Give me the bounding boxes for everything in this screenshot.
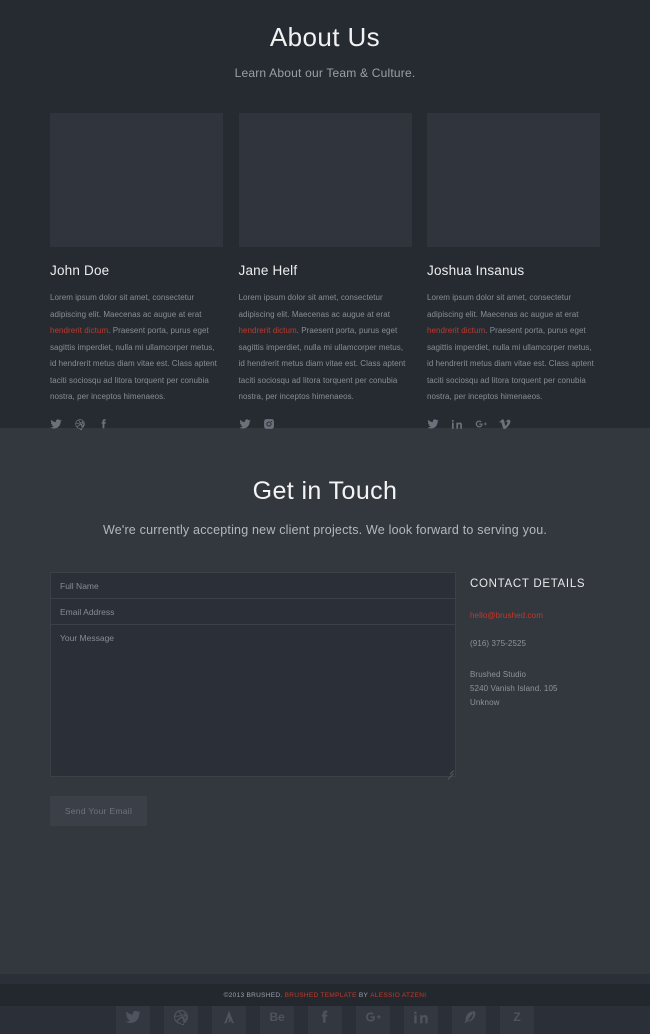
team-row: John Doe Lorem ipsum dolor sit amet, con… [0, 113, 650, 431]
bio-text-before: Lorem ipsum dolor sit amet, consectetur … [238, 293, 391, 319]
address-line-1: Brushed Studio [470, 670, 527, 679]
contact-phone: (916) 375-2525 [470, 639, 527, 648]
team-photo [238, 113, 412, 248]
footer: Be Z ©2013 BRUSHED. BRUSHED TEMPLATE BY … [0, 974, 650, 1034]
contact-subtitle: We're currently accepting new client pro… [102, 523, 548, 537]
bio-text-after: . Praesent porta, purus eget sagittis im… [50, 326, 217, 401]
bio-link[interactable]: hendrerit dictum [50, 326, 108, 335]
googleplus-icon [366, 1012, 381, 1022]
forrst-icon [224, 1010, 234, 1024]
message-textarea[interactable] [50, 624, 456, 777]
team-member-bio: Lorem ipsum dolor sit amet, consectetur … [239, 290, 412, 405]
dribbble-icon [174, 1010, 188, 1025]
address-line-2: 5240 Vanish Island. 105 [470, 684, 558, 694]
team-member-bio: Lorem ipsum dolor sit amet, consectetur … [50, 290, 223, 405]
contact-email-link[interactable]: hello@brushed.com [470, 611, 600, 620]
contact-form: Send Your Email [50, 572, 456, 826]
bio-text-after: . Praesent porta, purus eget sagittis im… [427, 326, 594, 401]
linkedin-icon [414, 1011, 428, 1024]
team-member-name: Joshua Insanus [427, 263, 525, 279]
twitter-icon[interactable] [427, 418, 439, 430]
vimeo-icon[interactable] [499, 418, 511, 430]
copyright-prefix: ©2013 BRUSHED. [223, 991, 283, 999]
bio-text-before: Lorem ipsum dolor sit amet, consectetur … [50, 293, 202, 319]
team-photo [427, 113, 600, 248]
about-title: About Us [269, 22, 381, 52]
address-line-3: Unknow [470, 698, 500, 708]
message-wrapper [50, 624, 456, 780]
dribbble-icon[interactable] [74, 418, 86, 431]
copyright-by: BY [358, 991, 369, 999]
template-link[interactable]: BRUSHED TEMPLATE [285, 992, 357, 999]
bio-link[interactable]: hendrerit dictum [427, 326, 485, 335]
facebook-icon [321, 1010, 328, 1023]
about-subtitle: Learn About our Team & Culture. [234, 66, 416, 81]
contact-details-title: CONTACT DETAILS [470, 578, 586, 590]
team-social-row [50, 418, 223, 431]
team-card: Jane Helf Lorem ipsum dolor sit amet, co… [238, 113, 412, 430]
team-member-name: Jane Helf [238, 263, 298, 279]
team-member-bio: Lorem ipsum dolor sit amet, consectetur … [427, 290, 600, 405]
facebook-icon[interactable] [98, 418, 110, 430]
team-member-name: John Doe [50, 263, 110, 279]
team-social-row [427, 418, 600, 430]
full-name-input[interactable] [50, 572, 456, 598]
bio-link[interactable]: hendrerit dictum [239, 326, 297, 335]
contact-section: Get in Touch We're currently accepting n… [0, 428, 650, 974]
contact-body: Send Your Email CONTACT DETAILS hello@br… [0, 572, 650, 826]
linkedin-icon[interactable] [451, 418, 463, 430]
twitter-icon[interactable] [239, 418, 251, 430]
bio-text-after: . Praesent porta, purus eget sagittis im… [238, 326, 406, 401]
email-address-input[interactable] [50, 598, 456, 624]
bio-text-before: Lorem ipsum dolor sit amet, consectetur … [427, 293, 579, 319]
team-card: Joshua Insanus Lorem ipsum dolor sit ame… [427, 113, 600, 430]
contact-title: Get in Touch [252, 477, 398, 505]
zerply-icon: Z [513, 1010, 521, 1024]
author-link[interactable]: ALESSIO ATZENI [370, 992, 426, 999]
copyright-bar: ©2013 BRUSHED. BRUSHED TEMPLATE BY ALESS… [0, 984, 650, 1006]
send-email-button[interactable]: Send Your Email [50, 796, 147, 826]
twitter-icon [125, 1010, 141, 1023]
contact-address: Brushed Studio 5240 Vanish Island. 105 U… [470, 668, 600, 711]
contact-details: CONTACT DETAILS hello@brushed.com (916) … [470, 572, 600, 826]
about-section: About Us Learn About our Team & Culture.… [0, 0, 650, 431]
behance-icon: Be [269, 1010, 285, 1024]
instagram-icon[interactable] [263, 418, 275, 430]
team-social-row [239, 418, 412, 430]
team-card: John Doe Lorem ipsum dolor sit amet, con… [50, 113, 223, 431]
twitter-icon[interactable] [50, 418, 62, 430]
team-photo [50, 113, 223, 248]
envato-icon [464, 1011, 476, 1023]
googleplus-icon[interactable] [475, 418, 487, 430]
